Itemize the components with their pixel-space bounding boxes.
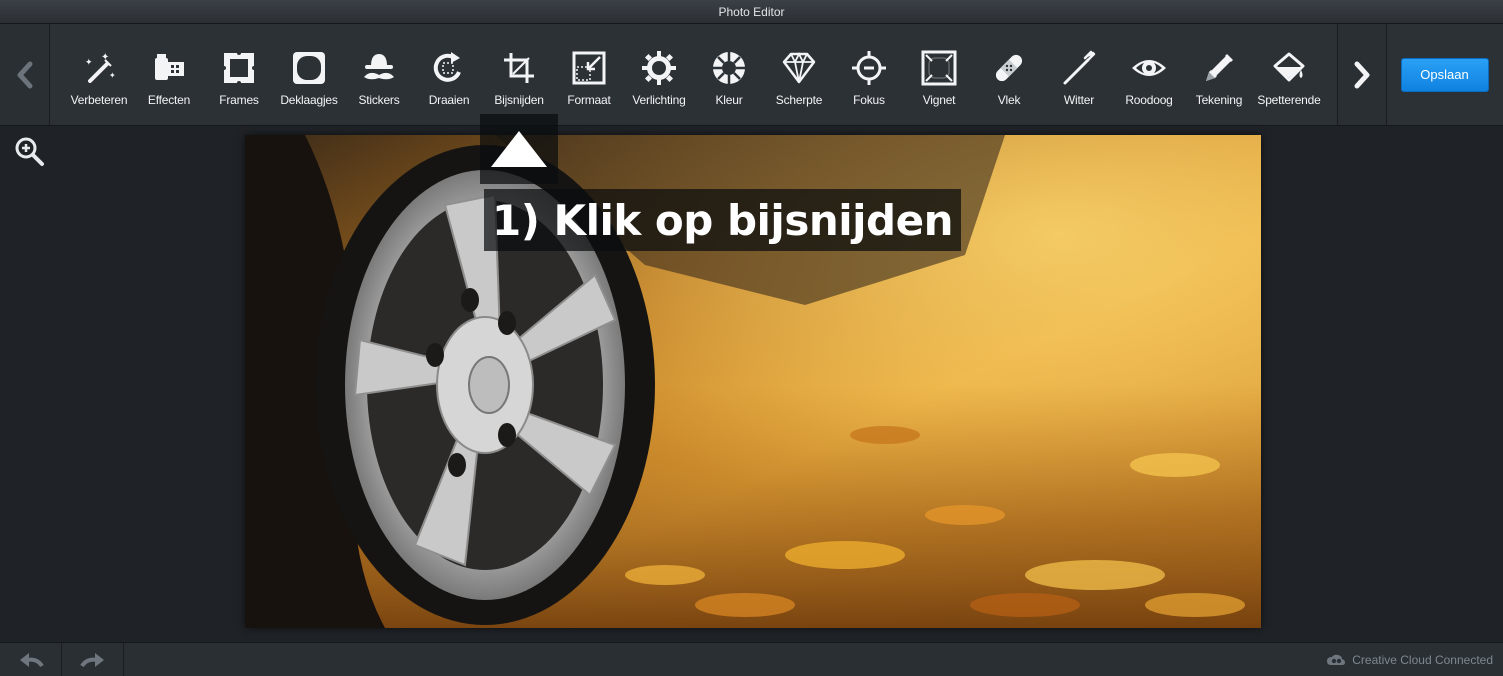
tool-bijsnijden[interactable]: Bijsnijden — [484, 24, 554, 125]
toolbar-next-button[interactable] — [1337, 24, 1387, 125]
tool-toolbar: ✦ ✦ ✦ Verbeteren Effecten Frames Deklaagje… — [0, 24, 1503, 126]
tool-label: Tekening — [1195, 93, 1243, 107]
status-bar: Creative Cloud Connected — [0, 642, 1503, 676]
vignette-icon — [920, 49, 958, 87]
save-button[interactable]: Opslaan — [1400, 57, 1489, 92]
tool-deklaagjes[interactable]: Deklaagjes — [274, 24, 344, 125]
tool-label: Verlichting — [632, 93, 686, 107]
tool-label: Frames — [219, 93, 259, 107]
tool-vignet[interactable]: Vignet — [904, 24, 974, 125]
tool-spetterende[interactable]: Spetterende — [1254, 24, 1324, 125]
tool-vlek[interactable]: Vlek — [974, 24, 1044, 125]
tool-list: ✦ ✦ ✦ Verbeteren Effecten Frames Deklaagje… — [64, 24, 1334, 125]
tool-label: Fokus — [853, 93, 885, 107]
film-effects-icon — [150, 49, 188, 87]
tool-kleur[interactable]: Kleur — [694, 24, 764, 125]
chevron-left-icon — [17, 61, 32, 88]
redo-icon — [79, 652, 104, 667]
svg-text:✦: ✦ — [85, 57, 93, 67]
tool-frames[interactable]: Frames — [204, 24, 274, 125]
tool-label: Deklaagjes — [280, 93, 338, 107]
eye-icon — [1130, 49, 1168, 87]
bandage-icon — [990, 49, 1028, 87]
triangle-up-icon — [491, 131, 547, 167]
creative-cloud-icon — [1327, 654, 1346, 665]
redo-button[interactable] — [62, 643, 124, 676]
tool-label: Bijsnijden — [494, 93, 544, 107]
zoom-in-button[interactable] — [12, 135, 46, 169]
tool-label: Draaien — [428, 93, 470, 107]
pencil-icon — [1200, 49, 1238, 87]
svg-text:✦: ✦ — [101, 52, 109, 63]
tool-label: Witter — [1063, 93, 1095, 107]
tool-label: Vlek — [997, 93, 1021, 107]
canvas-area: 1) Klik op bijsnijden — [0, 114, 1503, 642]
zoom-in-icon — [15, 137, 44, 166]
tool-witter[interactable]: Witter — [1044, 24, 1114, 125]
tool-stickers[interactable]: Stickers — [344, 24, 414, 125]
frame-icon — [220, 49, 258, 87]
cloud-status-label: Creative Cloud Connected — [1352, 652, 1493, 667]
toothbrush-icon — [1060, 49, 1098, 87]
svg-text:✦: ✦ — [109, 71, 116, 80]
window-title: Photo Editor — [718, 4, 785, 19]
toolbar-prev-button[interactable] — [0, 24, 50, 125]
tool-draaien[interactable]: Draaien — [414, 24, 484, 125]
tool-formaat[interactable]: Formaat — [554, 24, 624, 125]
tool-verbeteren[interactable]: ✦ ✦ ✦ Verbeteren — [64, 24, 134, 125]
tutorial-pointer — [480, 114, 558, 184]
tool-label: Stickers — [358, 93, 400, 107]
tool-effecten[interactable]: Effecten — [134, 24, 204, 125]
resize-icon — [570, 49, 608, 87]
chevron-right-icon — [1354, 61, 1370, 88]
magic-wand-icon: ✦ ✦ ✦ — [80, 49, 118, 87]
sun-icon — [640, 49, 678, 87]
diamond-icon — [780, 49, 818, 87]
tool-label: Verbeteren — [70, 93, 128, 107]
tool-scherpte[interactable]: Scherpte — [764, 24, 834, 125]
rotate-icon — [430, 49, 468, 87]
tool-label: Vignet — [922, 93, 956, 107]
tool-label: Effecten — [147, 93, 191, 107]
tool-label: Roodoog — [1125, 93, 1173, 107]
window-title-bar: Photo Editor — [0, 0, 1503, 24]
tutorial-caption: 1) Klik op bijsnijden — [484, 189, 961, 251]
cloud-status: Creative Cloud Connected — [1326, 643, 1493, 676]
focus-target-icon — [850, 49, 888, 87]
tool-label: Spetterende — [1257, 93, 1321, 107]
crop-icon — [500, 49, 538, 87]
undo-button[interactable] — [0, 643, 62, 676]
tool-roodoog[interactable]: Roodoog — [1114, 24, 1184, 125]
tool-fokus[interactable]: Fokus — [834, 24, 904, 125]
tool-label: Kleur — [715, 93, 743, 107]
tool-label: Scherpte — [775, 93, 823, 107]
paint-bucket-icon — [1270, 49, 1308, 87]
tool-label: Formaat — [567, 93, 611, 107]
mustache-hat-icon — [360, 49, 398, 87]
tool-tekening[interactable]: Tekening — [1184, 24, 1254, 125]
overlay-icon — [290, 49, 328, 87]
color-wheel-icon — [710, 49, 748, 87]
save-area: Opslaan — [1386, 24, 1503, 125]
undo-icon — [19, 652, 44, 667]
tool-verlichting[interactable]: Verlichting — [624, 24, 694, 125]
